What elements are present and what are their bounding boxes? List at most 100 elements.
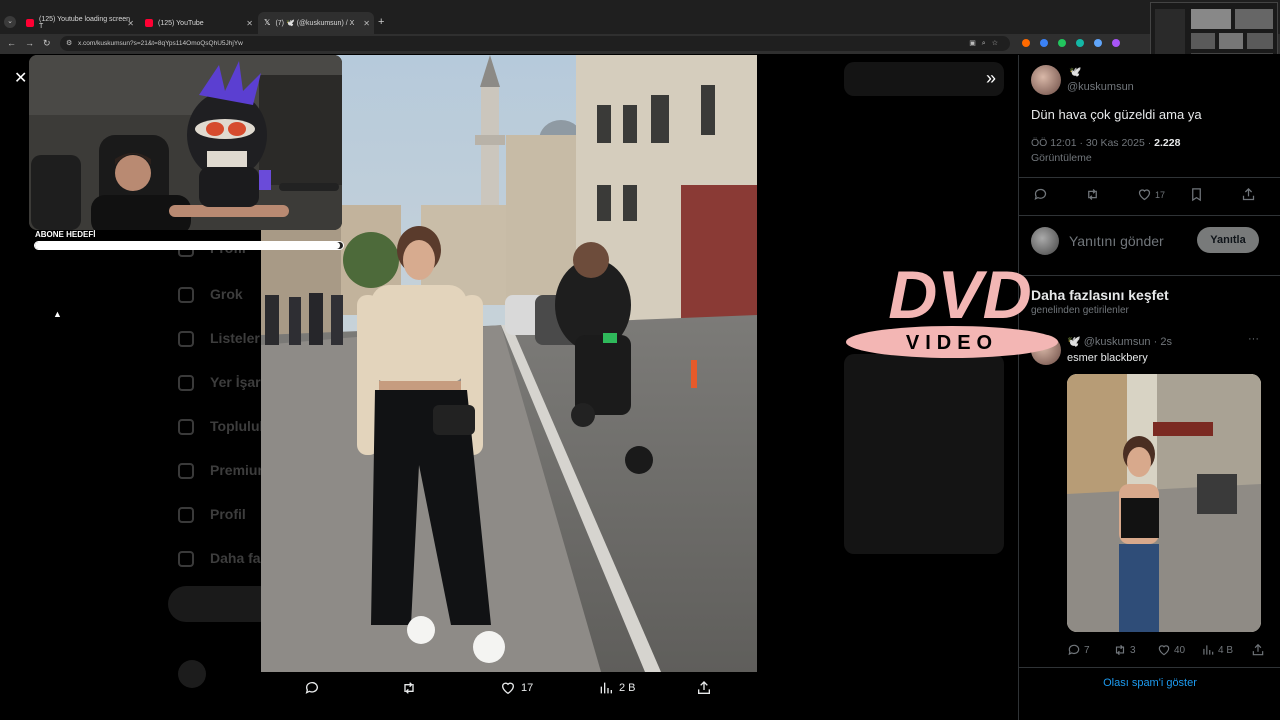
forward-arrow-icon[interactable]: → [25,38,34,48]
extension-icon[interactable] [1112,39,1120,47]
related-share-button[interactable] [1251,643,1265,657]
webcam-scene [29,55,342,230]
expand-panel-button[interactable]: » [986,68,996,89]
related-tweet-photo[interactable] [1067,374,1261,632]
media-retweet-button[interactable] [401,680,417,696]
bookmark-button[interactable] [1189,187,1204,202]
related-views-button[interactable]: 4 B [1201,643,1233,657]
reply-input[interactable]: Yanıtını gönder [1069,233,1164,249]
reply-icon [1034,188,1047,201]
tab-title: (125) YouTube [158,19,204,27]
bookmark-icon [1192,188,1201,202]
bookmark-star-icon[interactable]: ▣⌕☆ [969,36,1004,51]
share-button[interactable] [1241,187,1256,202]
tab-x-profile[interactable]: 𝕏 (7) 🕊️ (@kuskumsun) / X ✕ [258,12,374,34]
bg-trends [844,354,1004,554]
tweet-view-count: 2.228 [1154,137,1181,149]
bg-search [844,62,1004,96]
mouse-cursor-icon: ▲ [53,309,62,319]
author-avatar[interactable] [1031,65,1061,95]
analytics-icon [1203,645,1214,655]
extension-icon[interactable] [1040,39,1048,47]
share-icon [698,681,710,694]
like-button[interactable]: 17 [1137,187,1165,202]
reload-icon[interactable]: ↻ [43,38,51,49]
retweet-count: 3 [1130,644,1136,656]
bg-nav-item: Premium [178,462,270,480]
divider [1019,667,1280,668]
new-tab-button[interactable]: + [378,16,384,28]
tweet-timestamp[interactable]: ÖÖ 12:01 · 30 Kas 2025 · [1031,137,1154,149]
retweet-button[interactable] [1085,187,1100,202]
related-photo-scene [1067,374,1261,632]
close-tab-icon[interactable]: ✕ [127,19,134,28]
media-views-button[interactable]: 2 B [598,680,636,696]
subscriber-goal-fill [35,242,340,249]
author-handle[interactable]: @kuskumsun [1067,81,1134,93]
heart-icon [501,682,515,695]
close-viewer-button[interactable]: ✕ [14,68,27,88]
divider [1019,177,1280,178]
author-display-name[interactable]: 🕊️ [1069,67,1081,78]
share-icon [1242,187,1255,201]
heart-icon [1158,645,1170,656]
like-count: 17 [521,682,534,694]
like-count: 40 [1174,644,1186,656]
extension-icon[interactable] [1076,39,1084,47]
reply-icon [1068,644,1080,656]
extension-icon[interactable] [1022,39,1030,47]
divider [1019,215,1280,216]
media-reply-button[interactable] [304,680,320,696]
extension-icon[interactable] [1094,39,1102,47]
media-like-button[interactable]: 17 [500,680,533,696]
url-text: x.com/kuskumsun?s=21&t=8qYps114OmoQsQhU5… [78,40,243,47]
views-count: 2 B [619,682,636,694]
retweet-icon [1115,644,1125,656]
youtube-icon [145,19,153,27]
browser-tab-bar: ⌄ (125) Youtube loading screen T ✕ (125)… [0,0,1280,34]
site-info-icon[interactable]: ⚙ [66,36,72,51]
show-spam-link[interactable]: Olası spam'i göster [1019,677,1280,689]
related-like-button[interactable]: 40 [1157,643,1185,657]
related-tweet-header[interactable]: 🕊️ @kuskumsun · 2s [1067,335,1172,348]
related-tweet-text: esmer blackbery [1067,352,1148,364]
retweet-icon [404,682,414,694]
url-bar[interactable]: ⚙ x.com/kuskumsun?s=21&t=8qYps114OmoQsQh… [60,36,1010,51]
related-retweet-button[interactable]: 3 [1113,643,1136,657]
back-arrow-icon[interactable]: ← [7,38,16,48]
tab-title: (7) 🕊️ (@kuskumsun) / X [275,20,355,27]
youtube-icon [26,19,34,27]
media-share-button[interactable] [696,680,712,696]
reply-button[interactable] [1033,187,1048,202]
extension-icon[interactable] [1058,39,1066,47]
heart-icon [1138,189,1151,201]
tab-youtube[interactable]: (125) YouTube ✕ [139,14,257,32]
tweet-detail-panel: 🕊️ @kuskumsun Dün hava çok güzeldi ama y… [1018,55,1280,720]
close-tab-icon[interactable]: ✕ [246,19,253,28]
my-avatar [1031,227,1059,255]
bg-account-avatar [178,660,206,688]
reply-icon [305,682,318,694]
reply-submit-button[interactable]: Yanıtla [1197,227,1259,253]
reply-count: 7 [1084,644,1090,656]
bg-nav-item: Profil [178,506,246,524]
tab-search-icon[interactable]: ⌄ [4,16,16,28]
like-count: 17 [1155,189,1166,200]
subscriber-goal-bar [34,241,344,250]
related-reply-button[interactable]: 7 [1067,643,1090,657]
x-logo-icon: 𝕏 [264,18,271,27]
subscriber-goal-label: ABONE HEDEFİ [35,230,96,239]
dvd-logo-text: DVD [888,257,1032,333]
tweet-meta: ÖÖ 12:01 · 30 Kas 2025 · 2.228 [1031,137,1180,149]
more-options-icon[interactable]: ··· [1248,333,1259,345]
bg-nav-item: Grok [178,286,243,304]
close-tab-icon[interactable]: ✕ [363,19,370,28]
tab-youtube-loading[interactable]: (125) Youtube loading screen T ✕ [20,14,138,32]
tweet-views-label: Görüntüleme [1031,152,1092,164]
share-icon [1252,643,1264,656]
tweet-text: Dün hava çok güzeldi ama ya [1031,107,1202,122]
views-count: 4 B [1218,644,1234,656]
dvd-logo-subtext: VIDEO [906,332,998,354]
bg-nav-item: Listeler [178,330,260,348]
streamer-webcam-overlay [29,55,342,230]
